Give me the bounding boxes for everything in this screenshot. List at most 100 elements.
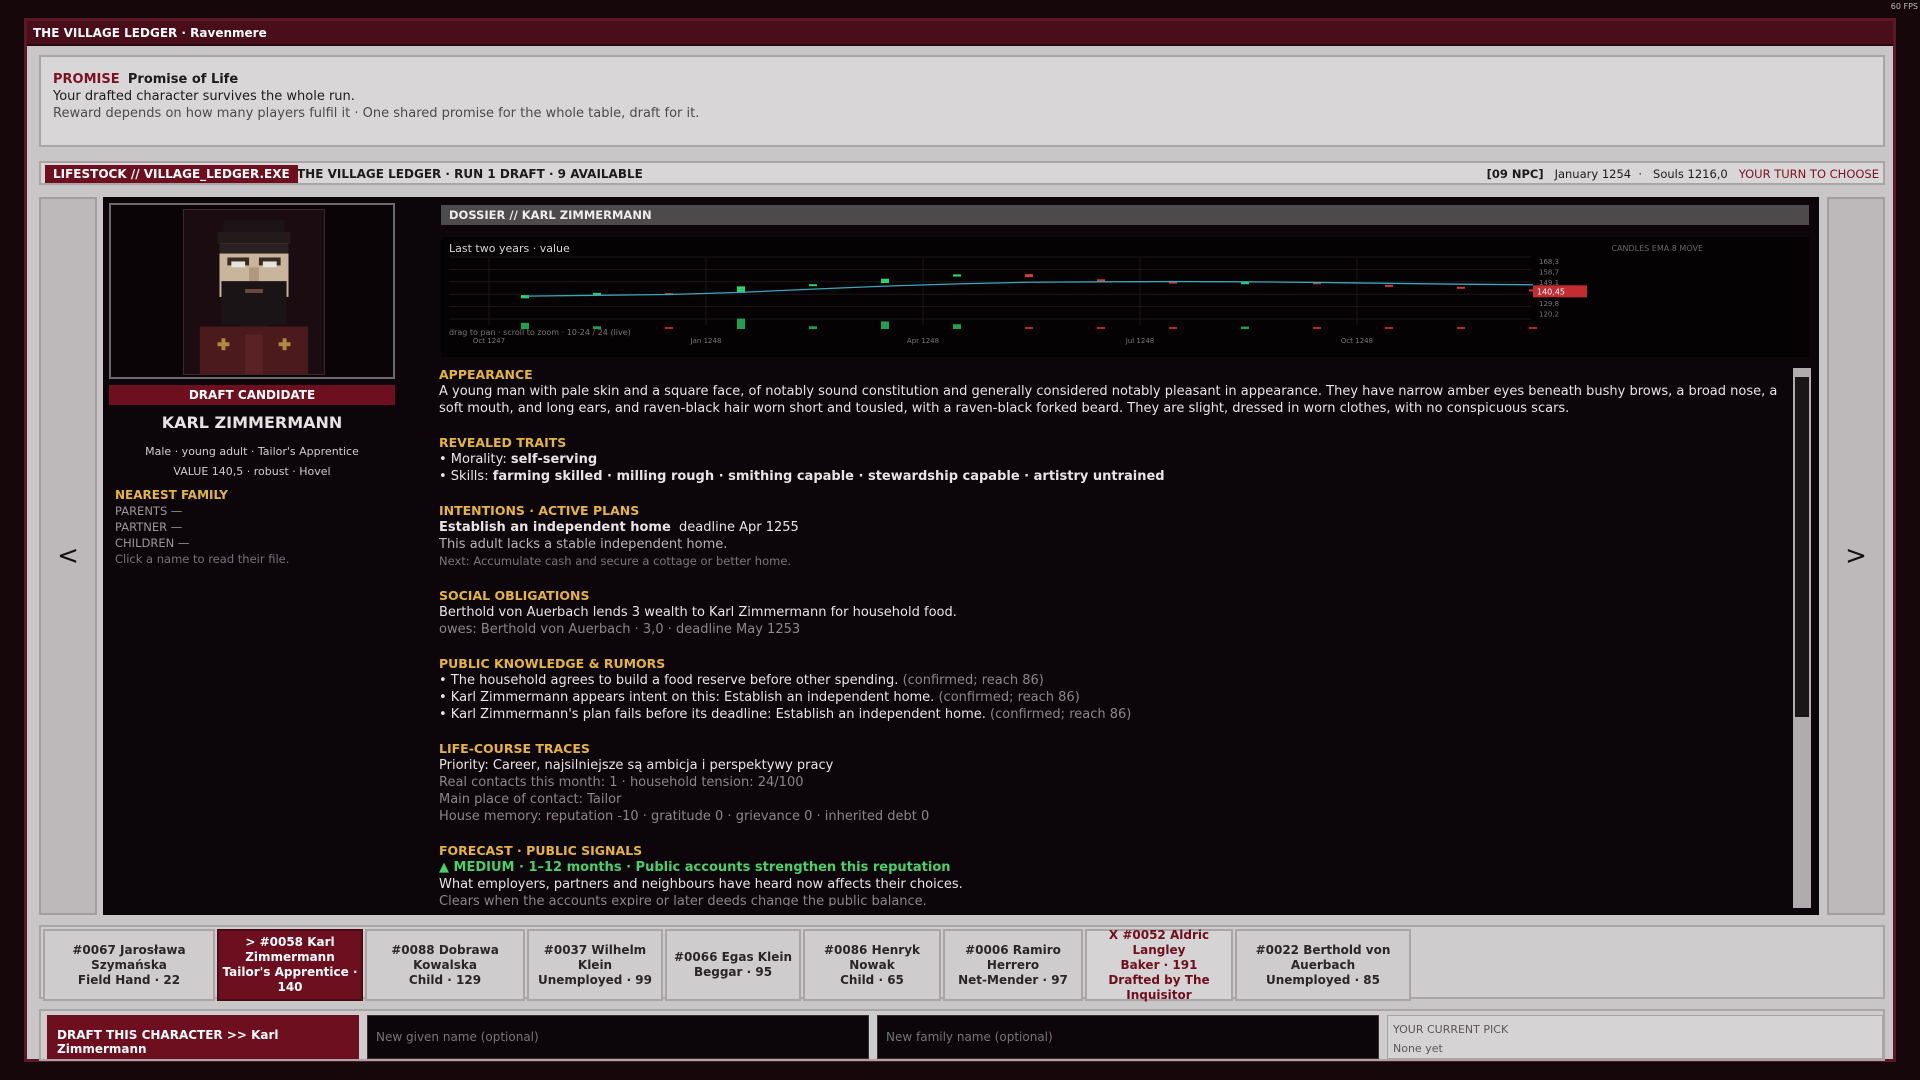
volume-bar xyxy=(1313,327,1321,329)
lifecourse-contacts: Real contacts this month: 1 · household … xyxy=(439,775,804,790)
prev-candidate-button[interactable]: < xyxy=(39,197,97,915)
lifecourse-memory: House memory: reputation -10 · gratitude… xyxy=(439,809,930,824)
candle xyxy=(1241,282,1249,285)
card-title: #0037 Wilhelm Klein xyxy=(543,942,647,972)
candidate-card[interactable]: #0022 Berthold von Auerbach Unemployed · … xyxy=(1235,929,1411,1001)
morality-value: self-serving xyxy=(510,452,598,467)
x-tick-label: Jan 1248 xyxy=(690,337,722,345)
promise-keyword: PROMISE xyxy=(53,72,120,87)
family-hint: Click a name to read their file. xyxy=(115,552,290,566)
candidate-card-drafted[interactable]: X #0052 Aldric Langley Baker · 191 Drafted… xyxy=(1085,928,1233,1002)
chevron-left-icon: < xyxy=(57,541,79,571)
rumor-item: • Karl Zimmermann appears intent on this… xyxy=(439,689,1779,706)
card-subtitle: Child · 129 xyxy=(408,972,482,987)
x-tick-label: Oct 1247 xyxy=(473,337,505,345)
candle xyxy=(1385,284,1393,287)
lifecourse-place: Main place of contact: Tailor xyxy=(439,792,622,807)
volume-bar xyxy=(953,324,961,329)
card-title: #0022 Berthold von Auerbach xyxy=(1255,942,1391,972)
skills-value: farming skilled · milling rough · smithi… xyxy=(492,469,1165,484)
family-parents: PARENTS — xyxy=(115,504,183,518)
volume-bar xyxy=(1457,327,1465,329)
candidate-card[interactable]: #0037 Wilhelm Klein Unemployed · 99 xyxy=(527,929,663,1001)
volume-bar xyxy=(809,326,817,329)
given-name-input[interactable] xyxy=(367,1015,869,1059)
family-name-input[interactable] xyxy=(877,1015,1379,1059)
plan-name: Establish an independent home xyxy=(439,520,671,535)
app-exe-label: LIFESTOCK // VILLAGE_LEDGER.EXE xyxy=(45,165,298,183)
character-portrait xyxy=(183,209,325,375)
lifecourse-heading: LIFE-COURSE TRACES xyxy=(439,741,590,756)
candidate-card-selected[interactable]: > #0058 Karl Zimmermann Tailor's Apprenti… xyxy=(217,929,363,1001)
forecast-line2: Clears when the accounts expire or later… xyxy=(439,894,927,906)
candidate-meta: Male · young adult · Tailor's Apprentice xyxy=(145,445,359,458)
volume-bar xyxy=(1097,327,1105,329)
x-tick-label: Oct 1248 xyxy=(1341,337,1373,345)
candidate-panel: DRAFT CANDIDATE KARL ZIMMERMANN Male · y… xyxy=(103,197,1819,915)
promise-panel: PROMISE Promise of Life Your drafted cha… xyxy=(39,55,1885,147)
plan-reason: This adult lacks a stable independent ho… xyxy=(439,537,728,552)
current-pick-panel: YOUR CURRENT PICK None yet xyxy=(1387,1015,1883,1059)
x-tick-label: Jul 1248 xyxy=(1125,337,1155,345)
volume-bar xyxy=(1169,327,1177,329)
x-tick-label: Apr 1248 xyxy=(907,337,939,345)
candle xyxy=(953,274,961,277)
candidate-card[interactable]: #0066 Egas Klein Beggar · 95 xyxy=(665,929,801,1001)
window-title: THE VILLAGE LEDGER · Ravenmere xyxy=(27,21,1893,46)
rumor-text: • Karl Zimmermann appears intent on this… xyxy=(439,690,935,705)
dossier-scroll-thumb[interactable] xyxy=(1795,377,1809,717)
current-pick-label: YOUR CURRENT PICK xyxy=(1393,1023,1509,1036)
current-date: January 1254 xyxy=(1554,167,1632,181)
candidate-card[interactable]: #0067 Jarosława Szymańska Field Hand · 22 xyxy=(43,929,215,1001)
volume-bar xyxy=(1025,327,1033,329)
obligations-section: SOCIAL OBLIGATIONS Berthold von Auerbach… xyxy=(439,587,1779,638)
dossier-content: APPEARANCE A young man with pale skin an… xyxy=(439,366,1779,906)
card-subtitle: Child · 65 xyxy=(840,972,904,987)
current-value-label: 140,45 xyxy=(1537,287,1565,296)
next-candidate-button[interactable]: > xyxy=(1827,197,1885,915)
card-title: > #0058 Karl Zimmermann xyxy=(245,935,335,964)
appearance-section: APPEARANCE A young man with pale skin an… xyxy=(439,366,1779,417)
candle xyxy=(1025,274,1033,278)
obligations-heading: SOCIAL OBLIGATIONS xyxy=(439,588,590,603)
traits-heading: REVEALED TRAITS xyxy=(439,435,567,450)
family-children: CHILDREN — xyxy=(115,536,190,550)
candidate-card[interactable]: #0006 Ramiro Herrero Net-Mender · 97 xyxy=(943,929,1083,1001)
card-title: #0086 Henryk Nowak xyxy=(823,942,921,972)
plan-deadline: deadline Apr 1255 xyxy=(679,520,799,535)
card-title: #0066 Egas Klein xyxy=(673,950,793,964)
rumor-note: (confirmed; reach 86) xyxy=(902,673,1044,688)
intentions-heading: INTENTIONS · ACTIVE PLANS xyxy=(439,503,640,518)
chart-title: Last two years · value xyxy=(449,242,570,255)
candidate-value: VALUE 140,5 · robust · Hovel xyxy=(173,465,331,478)
volume-bar xyxy=(1385,327,1393,329)
card-subtitle: Beggar · 95 xyxy=(693,965,773,979)
volume-bar xyxy=(737,318,745,329)
current-pick-value: None yet xyxy=(1393,1042,1443,1055)
rumors-heading: PUBLIC KNOWLEDGE & RUMORS xyxy=(439,656,666,671)
intentions-section: INTENTIONS · ACTIVE PLANS Establish an i… xyxy=(439,502,1779,570)
volume-bar xyxy=(593,326,601,329)
candle xyxy=(593,292,601,295)
appearance-text: A young man with pale skin and a square … xyxy=(439,384,1778,416)
value-chart[interactable]: Last two years · value CANDLES EMA 8 MOV… xyxy=(441,237,1809,357)
rumor-text: • The household agrees to build a food r… xyxy=(439,673,899,688)
candidate-strip: #0067 Jarosława Szymańska Field Hand · 22… xyxy=(39,925,1885,1002)
forecast-section: FORECAST · PUBLIC SIGNALS ▲ MEDIUM · 1–1… xyxy=(439,842,1779,906)
fps-counter: 60 FPS xyxy=(1890,2,1918,11)
obligation-owes: owes: Berthold von Auerbach · 3,0 · dead… xyxy=(439,622,801,637)
draft-character-button[interactable]: DRAFT THIS CHARACTER >> Karl Zimmermann xyxy=(47,1015,359,1059)
family-panel: NEAREST FAMILY PARENTS — PARTNER — CHILD… xyxy=(115,487,289,567)
forecast-signal: ▲ MEDIUM · 1–12 months · Public accounts… xyxy=(439,860,951,875)
rumors-section: PUBLIC KNOWLEDGE & RUMORS • The househol… xyxy=(439,655,1779,723)
portrait-frame xyxy=(109,203,395,379)
morality-label: • Morality: xyxy=(439,452,511,467)
y-tick-label: 120,2 xyxy=(1539,310,1559,318)
candidate-card[interactable]: #0086 Henryk Nowak Child · 65 xyxy=(803,929,941,1001)
chart-footer: drag to pan · scroll to zoom · 10-24 / 2… xyxy=(449,328,631,337)
candidate-card[interactable]: #0088 Dobrawa Kowalska Child · 129 xyxy=(365,929,525,1001)
card-title: #0006 Ramiro Herrero xyxy=(965,942,1061,972)
rumor-note: (confirmed; reach 86) xyxy=(938,690,1080,705)
rumor-note: (confirmed; reach 86) xyxy=(990,707,1132,722)
npc-count: [09 NPC] xyxy=(1486,167,1544,181)
